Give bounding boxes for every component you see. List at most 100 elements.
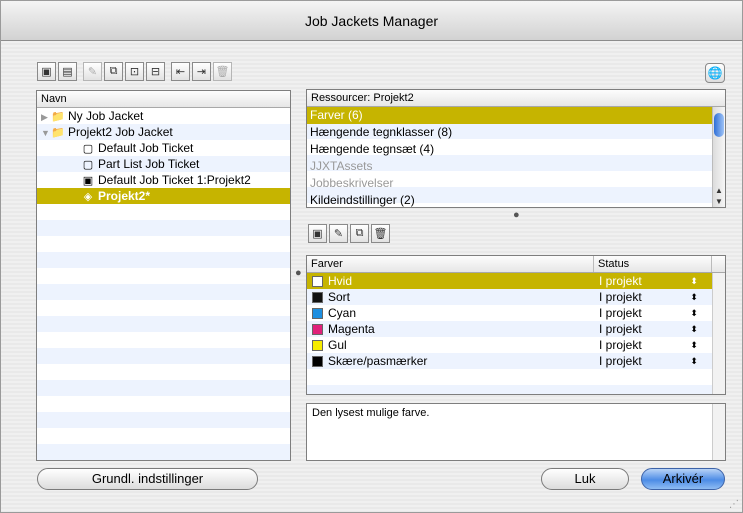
column-header-colors[interactable]: Farver (307, 256, 594, 272)
color-status: I projekt (599, 354, 642, 368)
job-jackets-window: Job Jackets Manager ▣ ▤ ✎ ⧉ ⊡ ⊟ ⇤ ⇥ 🗑 🌐 Navn ▶ 📁 N… (0, 0, 743, 513)
resource-item[interactable]: JJXTAssets (307, 158, 713, 175)
save-icon[interactable]: ⊟ (146, 62, 165, 81)
color-row[interactable]: Hvid I projekt ⬍ (307, 273, 713, 289)
color-name-cell: Cyan (307, 305, 594, 321)
color-swatch (312, 355, 323, 367)
color-status: I projekt (599, 290, 642, 304)
status-popup-icon[interactable]: ⬍ (684, 305, 704, 321)
color-name-cell: Magenta (307, 321, 594, 337)
color-name-cell: Gul (307, 337, 594, 353)
tree-item-label: Projekt2 Job Jacket (68, 125, 173, 139)
job-ticket-icon: ◈ (83, 191, 93, 203)
color-row[interactable]: Sort I projekt ⬍ (307, 289, 713, 305)
color-toolbar: ▣ ✎ ⧉ 🗑 (308, 224, 392, 243)
color-row[interactable]: Skære/pasmærker I projekt ⬍ (307, 353, 713, 369)
color-name: Hvid (328, 274, 353, 288)
status-popup-icon[interactable]: ⬍ (684, 321, 704, 337)
new-color-icon[interactable]: ▣ (308, 224, 327, 243)
vertical-split-handle[interactable]: ● (295, 267, 302, 279)
disclosure-closed-icon[interactable]: ▶ (41, 109, 51, 125)
job-ticket-icon: ▢ (82, 143, 94, 155)
edit-icon[interactable]: ✎ (83, 62, 102, 81)
import-icon[interactable]: ⇤ (171, 62, 190, 81)
colors-rows: Hvid I projekt ⬍ Sort I projekt ⬍ Cyan I projek… (307, 273, 725, 394)
color-name: Skære/pasmærker (328, 354, 428, 368)
default-settings-button[interactable]: Grundl. indstillinger (37, 468, 258, 490)
description-box: Den lysest mulige farve. (306, 403, 726, 461)
tree-item[interactable]: ▢ Part List Job Ticket (37, 156, 290, 172)
status-popup-icon[interactable]: ⬍ (684, 337, 704, 353)
open-icon[interactable]: ⊡ (125, 62, 144, 81)
color-status: I projekt (599, 322, 642, 336)
resources-list: Farver (6) Hængende tegnklasser (8) Hængen… (307, 107, 713, 207)
resize-grip-icon[interactable]: ⋰ (729, 499, 739, 510)
save-button[interactable]: Arkivér (641, 468, 725, 490)
color-status: I projekt (599, 338, 642, 352)
scroll-up-icon[interactable]: ▲ (715, 186, 723, 195)
status-popup-icon[interactable]: ⬍ (684, 289, 704, 305)
duplicate-color-icon[interactable]: ⧉ (350, 224, 369, 243)
disclosure-open-icon[interactable]: ▼ (41, 125, 51, 141)
tree-item-label: Ny Job Jacket (68, 109, 144, 123)
job-jacket-icon: 📁 (51, 111, 65, 123)
new-jacket-icon[interactable]: ▣ (37, 62, 56, 81)
duplicate-icon[interactable]: ⧉ (104, 62, 123, 81)
color-row[interactable]: Gul I projekt ⬍ (307, 337, 713, 353)
new-ticket-icon[interactable]: ▤ (58, 62, 77, 81)
trash-icon[interactable]: 🗑 (213, 62, 232, 81)
column-header-status[interactable]: Status (594, 256, 712, 272)
color-name: Magenta (328, 322, 375, 336)
color-swatch (312, 307, 323, 319)
job-ticket-icon: ▢ (82, 159, 94, 171)
delete-color-icon[interactable]: 🗑 (371, 224, 390, 243)
resource-item[interactable]: Hængende tegnsæt (4) (307, 141, 713, 158)
status-popup-icon[interactable]: ⬍ (684, 273, 704, 289)
color-name: Sort (328, 290, 351, 304)
colors-scrollbar[interactable] (712, 273, 725, 394)
tree-item[interactable]: ▶ 📁 Ny Job Jacket (37, 108, 290, 124)
tree-item[interactable]: ◈ Projekt2* (37, 188, 290, 204)
scroll-down-icon[interactable]: ▼ (715, 197, 723, 206)
color-swatch (312, 291, 323, 303)
tree-item[interactable]: ▢ Default Job Ticket (37, 140, 290, 156)
globe-icon[interactable]: 🌐 (705, 63, 725, 83)
resource-item[interactable]: Farver (6) (307, 107, 713, 124)
tree-item-label: Projekt2* (98, 189, 151, 203)
color-name-cell: Hvid (307, 273, 594, 289)
color-status: I projekt (599, 306, 642, 320)
tree-item[interactable]: ▣ Default Job Ticket 1:Projekt2 (37, 172, 290, 188)
job-ticket-icon: ▣ (82, 175, 94, 187)
status-popup-icon[interactable]: ⬍ (684, 353, 704, 369)
export-icon[interactable]: ⇥ (192, 62, 211, 81)
resources-scrollbar[interactable]: ▲ ▼ (712, 107, 725, 207)
column-header-name[interactable]: Navn (37, 91, 290, 108)
edit-color-icon[interactable]: ✎ (329, 224, 348, 243)
jacket-tree: ▶ 📁 Ny Job Jacket ▼📁 Projekt2 Job Jacket ▢ Def… (37, 108, 290, 460)
description-scrollbar[interactable] (712, 404, 725, 460)
color-swatch (312, 339, 323, 351)
close-button[interactable]: Luk (541, 468, 629, 490)
resource-item[interactable]: Jobbeskrivelser (307, 175, 713, 192)
color-name: Cyan (328, 306, 357, 320)
colors-table: Farver Status Hvid I projekt ⬍ Sort I projek… (306, 255, 726, 395)
scroll-thumb[interactable] (714, 113, 724, 137)
window-title: Job Jackets Manager (1, 1, 742, 41)
resource-item[interactable]: Hængende tegnklasser (8) (307, 124, 713, 141)
color-swatch (312, 323, 323, 335)
horizontal-split-handle[interactable]: ● (513, 209, 520, 221)
tree-item-label: Default Job Ticket (98, 141, 194, 155)
color-name-cell: Skære/pasmærker (307, 353, 594, 369)
description-text: Den lysest mulige farve. (312, 407, 430, 419)
color-row[interactable]: Cyan I projekt ⬍ (307, 305, 713, 321)
tree-item[interactable]: ▼📁 Projekt2 Job Jacket (37, 124, 290, 140)
color-name-cell: Sort (307, 289, 594, 305)
color-row[interactable]: Magenta I projekt ⬍ (307, 321, 713, 337)
tree-item-label: Part List Job Ticket (98, 157, 200, 171)
tree-item-label: Default Job Ticket 1:Projekt2 (98, 173, 251, 187)
jacket-tree-panel: Navn ▶ 📁 Ny Job Jacket ▼📁 Projekt2 Job Jacke… (36, 90, 291, 461)
resources-header[interactable]: Ressourcer: Projekt2 (307, 90, 725, 107)
jacket-toolbar: ▣ ▤ ✎ ⧉ ⊡ ⊟ ⇤ ⇥ 🗑 (37, 62, 234, 81)
resources-panel: Ressourcer: Projekt2 Farver (6) Hængende … (306, 89, 726, 208)
resource-item[interactable]: Kildeindstillinger (2) (307, 192, 713, 207)
